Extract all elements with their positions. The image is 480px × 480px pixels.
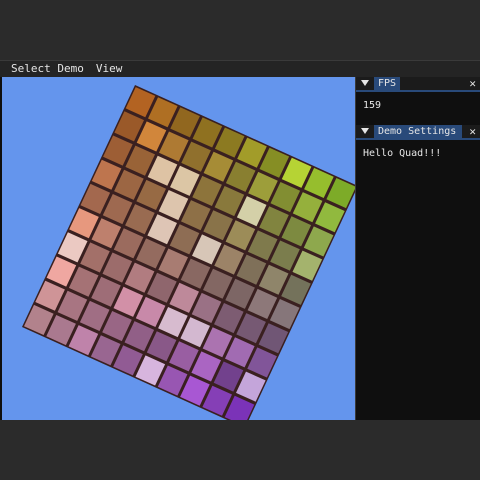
- triangle-down-icon[interactable]: [361, 128, 369, 134]
- app-window: Select Demo View FPS ✕ 159 Demo Settings…: [0, 60, 480, 420]
- tab-fps[interactable]: FPS: [374, 77, 401, 90]
- close-icon[interactable]: ✕: [469, 77, 476, 90]
- quad-canvas: [22, 85, 355, 420]
- menu-bar: Select Demo View: [0, 60, 480, 77]
- menu-select-demo[interactable]: Select Demo: [5, 61, 90, 77]
- fps-value: 159: [363, 100, 382, 111]
- demo-message: Hello Quad!!!: [363, 148, 442, 159]
- render-viewport[interactable]: [2, 77, 355, 420]
- demo-settings-header: Demo Settings ✕: [356, 125, 480, 140]
- close-icon[interactable]: ✕: [469, 125, 476, 138]
- triangle-down-icon[interactable]: [361, 80, 369, 86]
- fps-panel-header: FPS ✕: [356, 77, 480, 92]
- fps-panel: FPS ✕ 159: [356, 77, 480, 127]
- tab-demo-settings[interactable]: Demo Settings: [374, 125, 463, 138]
- menu-view[interactable]: View: [90, 61, 129, 77]
- demo-settings-panel: Demo Settings ✕ Hello Quad!!!: [356, 125, 480, 420]
